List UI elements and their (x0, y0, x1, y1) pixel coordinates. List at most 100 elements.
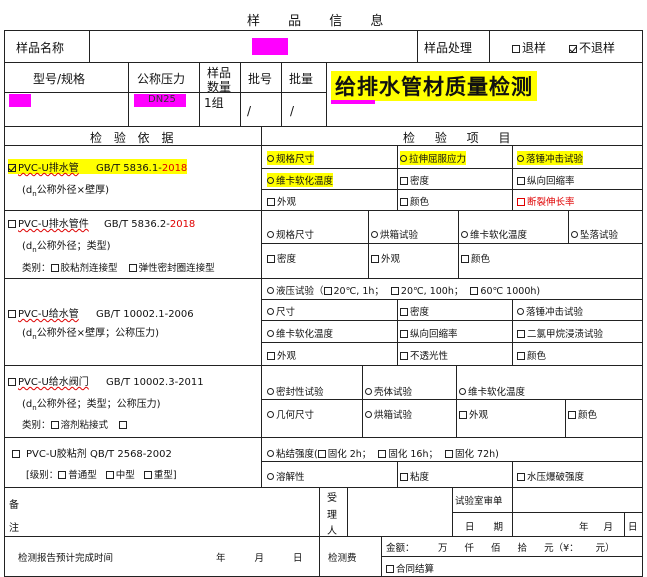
sec3-item-shrinkage[interactable]: 纵向回缩率 (400, 326, 458, 340)
checkbox-icon[interactable] (323, 287, 332, 295)
sec4-item-oven[interactable]: 烘箱试验 (365, 407, 412, 421)
sec1-item-elongation[interactable]: 断裂伸长率 (517, 194, 575, 208)
sec1-item-vicat[interactable]: 维卡软化温度 (267, 173, 334, 187)
checkbox-icon[interactable] (461, 255, 469, 263)
radio-icon[interactable] (371, 231, 378, 238)
checkbox-icon[interactable] (12, 450, 20, 458)
checkbox-icon[interactable] (512, 45, 520, 53)
radio-icon[interactable] (267, 473, 274, 480)
checkbox-icon[interactable] (517, 177, 525, 185)
sec4-item-color[interactable]: 颜色 (568, 407, 597, 421)
sec3-item-color[interactable]: 颜色 (517, 348, 546, 362)
checkbox-icon[interactable] (390, 287, 399, 295)
sec1-item-falling-weight[interactable]: 落锤冲击试验 (517, 151, 584, 165)
radio-icon[interactable] (267, 308, 274, 315)
sec3-item-dichloromethane[interactable]: 二氯甲烷浸渍试验 (517, 326, 603, 340)
radio-icon[interactable] (267, 411, 274, 418)
sec1-item-shrinkage[interactable]: 纵向回缩率 (517, 173, 575, 187)
sec4-item-geometry[interactable]: 几何尺寸 (267, 407, 314, 421)
sec4-basis-checkbox[interactable]: PVC-U给水阀门 GB/T 10002.3-2011 (8, 373, 204, 388)
checkbox-icon[interactable] (371, 255, 379, 263)
checkbox-icon[interactable] (517, 330, 525, 338)
sec1-basis-checkbox[interactable]: PVC-U排水管 GB/T 5836.1-2018 (8, 159, 188, 174)
radio-icon[interactable] (365, 388, 372, 395)
checkbox-icon[interactable] (517, 198, 525, 206)
radio-icon[interactable] (267, 450, 274, 457)
sec3-item-appearance[interactable]: 外观 (267, 348, 296, 362)
sec5-item-solubility[interactable]: 溶解性 (267, 469, 305, 483)
sec2-item-density[interactable]: 密度 (267, 251, 296, 265)
checkbox-icon[interactable] (517, 352, 525, 360)
radio-icon[interactable] (517, 308, 524, 315)
radio-icon[interactable] (365, 411, 372, 418)
sec3-item-vicat[interactable]: 维卡软化温度 (267, 326, 333, 340)
sec3-basis-checkbox[interactable]: PVC-U给水管 GB/T 10002.1-2006 (8, 305, 194, 320)
sample-name-value[interactable] (252, 38, 288, 55)
checkbox-icon[interactable] (8, 310, 16, 318)
sec1-item-tensile[interactable]: 拉伸屈服应力 (400, 151, 467, 165)
sec1-item-density[interactable]: 密度 (400, 173, 429, 187)
checkbox-icon[interactable] (386, 565, 394, 573)
sec3-hydro-test[interactable]: 液压试验（ 20℃, 1h； 20℃, 100h； 60℃ 1000h) (267, 283, 540, 297)
radio-icon[interactable] (517, 155, 524, 162)
checkbox-icon[interactable] (445, 450, 454, 458)
checked-checkbox-icon[interactable] (8, 164, 16, 172)
radio-icon[interactable] (267, 231, 274, 238)
sec2-item-vicat[interactable]: 维卡软化温度 (461, 227, 527, 241)
checked-checkbox-icon[interactable] (569, 45, 577, 53)
checkbox-icon[interactable] (459, 411, 467, 419)
checkbox-icon[interactable] (8, 378, 16, 386)
checkbox-icon[interactable] (105, 471, 114, 479)
radio-icon[interactable] (267, 177, 274, 184)
sec3-item-falling-weight[interactable]: 落锤冲击试验 (517, 304, 583, 318)
model-spec-value[interactable] (9, 94, 31, 107)
sec1-item-color[interactable]: 颜色 (400, 194, 429, 208)
sec3-item-opacity[interactable]: 不透光性 (400, 348, 448, 362)
sec4-item-appearance[interactable]: 外观 (459, 407, 488, 421)
checkbox-icon[interactable] (8, 220, 16, 228)
batch-qty-value[interactable]: / (290, 104, 294, 118)
sec5-item-viscosity[interactable]: 粘度 (400, 469, 429, 483)
sec2-item-oven[interactable]: 烘箱试验 (371, 227, 418, 241)
date-value[interactable]: 年 月 日 (579, 519, 638, 533)
sec1-item-appearance[interactable]: 外观 (267, 194, 296, 208)
checkbox-icon[interactable] (267, 352, 275, 360)
nominal-pressure-value[interactable]: DN25 (134, 94, 186, 107)
checkbox-icon[interactable] (143, 471, 152, 479)
checkbox-icon[interactable] (400, 473, 408, 481)
radio-icon[interactable] (461, 231, 468, 238)
remark-field[interactable] (24, 490, 314, 534)
checkbox-icon[interactable] (400, 177, 408, 185)
sec2-item-color[interactable]: 颜色 (461, 251, 490, 265)
batch-no-value[interactable]: / (247, 104, 251, 118)
checkbox-icon[interactable] (50, 421, 59, 429)
contract-settlement-checkbox[interactable]: 合同结算 (386, 561, 434, 575)
checkbox-icon[interactable] (470, 287, 479, 295)
return-sample-checkbox[interactable]: 退样 (512, 39, 546, 56)
sec5-bond-strength[interactable]: 粘结强度(固化 2h； 固化 16h； 固化 72h) (267, 446, 499, 460)
report-date-value[interactable]: 年 月 日 (216, 550, 303, 564)
receiver-field[interactable] (350, 490, 450, 534)
checkbox-icon[interactable] (568, 411, 576, 419)
radio-icon[interactable] (267, 287, 274, 294)
sec4-item-shell[interactable]: 壳体试验 (365, 384, 412, 398)
radio-icon[interactable] (267, 155, 274, 162)
sec2-item-appearance[interactable]: 外观 (371, 251, 400, 265)
checkbox-icon[interactable] (400, 308, 408, 316)
checkbox-icon[interactable] (267, 198, 275, 206)
checkbox-icon[interactable] (50, 264, 59, 272)
checkbox-icon[interactable] (400, 330, 408, 338)
checkbox-icon[interactable] (317, 450, 326, 458)
checkbox-icon[interactable] (400, 352, 408, 360)
sec2-basis-checkbox[interactable]: PVC-U排水管件 GB/T 5836.2-2018 (8, 215, 195, 230)
sec3-item-size[interactable]: 尺寸 (267, 304, 295, 318)
sec2-item-drop[interactable]: 坠落试验 (571, 227, 618, 241)
sec3-item-density[interactable]: 密度 (400, 304, 429, 318)
checkbox-icon[interactable] (378, 450, 387, 458)
checkbox-icon[interactable] (58, 471, 67, 479)
amount-units[interactable]: 万 仟 佰 拾 元（¥： 元） (438, 540, 615, 554)
checkbox-icon[interactable] (267, 255, 275, 263)
sample-qty-value[interactable]: 1组 (204, 94, 224, 111)
checkbox-icon[interactable] (119, 421, 128, 429)
checkbox-icon[interactable] (400, 198, 408, 206)
